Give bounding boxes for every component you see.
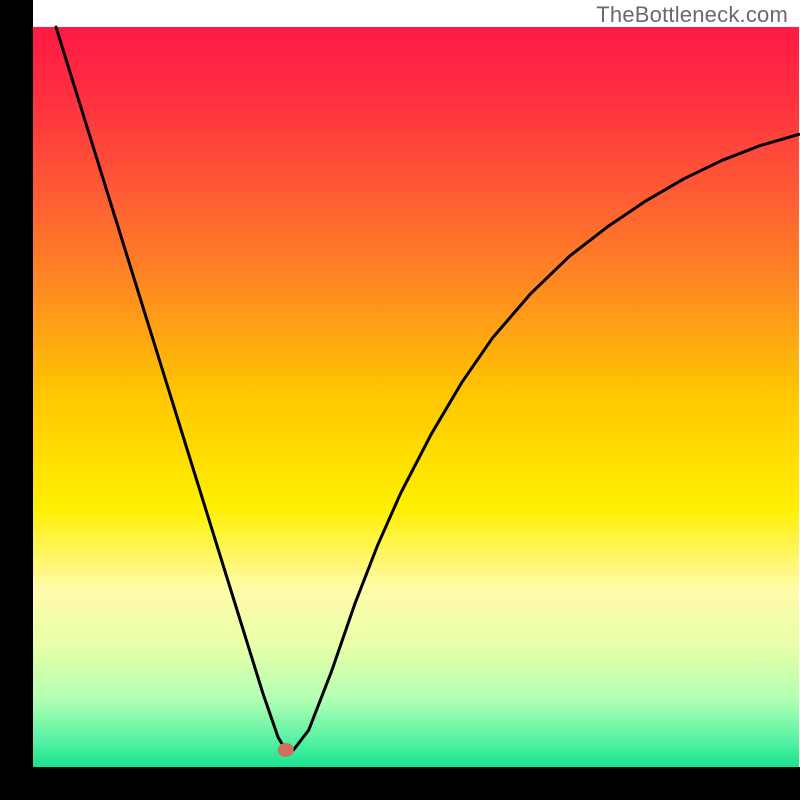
- x-axis: [0, 767, 800, 800]
- optimum-marker: [278, 743, 294, 757]
- y-axis: [0, 0, 33, 800]
- watermark-text: TheBottleneck.com: [596, 2, 788, 28]
- chart-container: TheBottleneck.com: [0, 0, 800, 800]
- plot-background: [33, 27, 799, 767]
- bottleneck-chart: [0, 0, 800, 800]
